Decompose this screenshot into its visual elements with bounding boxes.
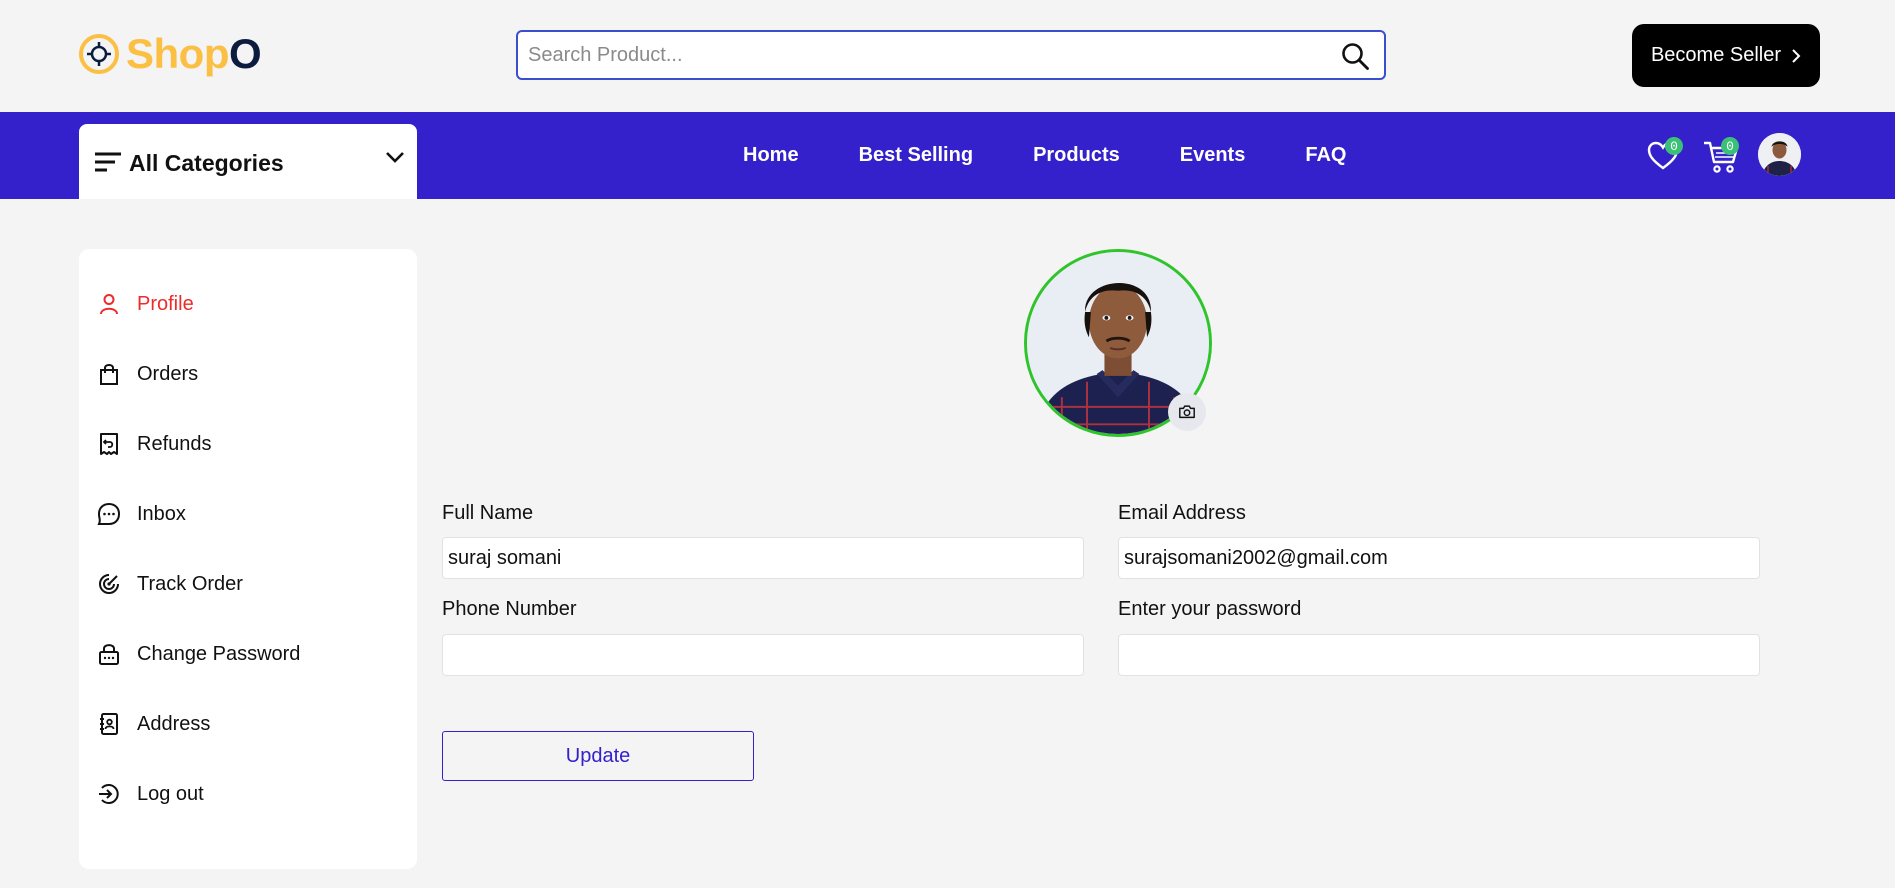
search-bar (516, 30, 1386, 80)
nav-links: Home Best Selling Products Events FAQ (743, 144, 1406, 167)
account-sidebar: Profile Orders Refunds Inbox Track Order… (79, 249, 417, 869)
camera-icon (1179, 405, 1195, 419)
track-radar-icon (99, 574, 119, 594)
wishlist-button[interactable]: 0 (1646, 137, 1683, 173)
phone-input[interactable] (443, 635, 1083, 675)
receipt-refund-icon (100, 433, 118, 455)
sidebar-item-label: Track Order (137, 572, 243, 595)
person-icon (100, 294, 118, 315)
cart-count-badge: 0 (1721, 137, 1739, 155)
chevron-down-icon (386, 152, 404, 163)
update-button[interactable]: Update (442, 731, 754, 781)
chevron-right-icon (1792, 48, 1801, 63)
sidebar-item-change-password[interactable]: Change Password (97, 639, 300, 669)
sidebar-item-orders[interactable]: Orders (97, 359, 198, 389)
password-label: Enter your password (1118, 598, 1302, 620)
update-button-label: Update (565, 744, 631, 767)
address-book-icon (100, 713, 118, 735)
email-field-wrapper (1118, 537, 1760, 579)
shopping-bag-icon (100, 364, 118, 385)
wishlist-count-badge: 0 (1665, 137, 1683, 155)
nav-link-products[interactable]: Products (1033, 144, 1120, 167)
change-photo-button[interactable] (1168, 393, 1206, 431)
search-input[interactable] (518, 32, 1384, 78)
search-icon[interactable] (1340, 41, 1370, 71)
sidebar-item-label: Inbox (137, 502, 186, 525)
user-avatar[interactable] (1758, 133, 1801, 176)
top-header: ShopO Become Seller (0, 0, 1895, 112)
logo-target-icon (79, 34, 119, 74)
all-categories-dropdown[interactable]: All Categories (79, 124, 417, 199)
sidebar-item-track-order[interactable]: Track Order (97, 569, 243, 599)
sidebar-item-label: Change Password (137, 642, 301, 665)
email-label: Email Address (1118, 502, 1246, 524)
sidebar-item-log-out[interactable]: Log out (97, 779, 204, 809)
logout-icon (99, 784, 119, 804)
logo-text-shop: Shop (126, 30, 229, 77)
sidebar-item-inbox[interactable]: Inbox (97, 499, 186, 529)
phone-field-wrapper (442, 634, 1084, 676)
sidebar-item-label: Orders (137, 362, 199, 385)
full-name-field-wrapper (442, 537, 1084, 579)
full-name-input[interactable] (443, 538, 1083, 578)
shopo-logo[interactable]: ShopO (78, 30, 262, 78)
logo-text: ShopO (126, 30, 262, 78)
email-input[interactable] (1119, 538, 1759, 578)
password-field-wrapper (1118, 634, 1760, 676)
logo-text-o: O (228, 30, 262, 77)
nav-link-home[interactable]: Home (743, 144, 799, 167)
become-seller-label: Become Seller (1650, 44, 1782, 66)
sidebar-item-refunds[interactable]: Refunds (97, 429, 212, 459)
nav-link-events[interactable]: Events (1180, 144, 1246, 167)
all-categories-label: All Categories (129, 150, 284, 176)
nav-link-faq[interactable]: FAQ (1305, 144, 1346, 167)
lock-icon (99, 644, 119, 665)
full-name-label: Full Name (442, 502, 534, 524)
sidebar-item-profile[interactable]: Profile (97, 289, 194, 319)
cart-button[interactable]: 0 (1702, 137, 1740, 175)
chat-bubble-icon (97, 502, 121, 525)
sidebar-item-label: Log out (137, 782, 204, 805)
sidebar-item-address[interactable]: Address (97, 709, 210, 739)
sidebar-item-label: Address (137, 712, 211, 735)
main-navbar: All Categories Home Best Selling Product… (0, 112, 1895, 199)
sidebar-item-label: Profile (137, 292, 194, 315)
phone-label: Phone Number (442, 598, 577, 620)
password-input[interactable] (1119, 635, 1759, 675)
menu-lines-icon (95, 152, 121, 172)
nav-link-best-selling[interactable]: Best Selling (859, 144, 973, 167)
sidebar-item-label: Refunds (137, 432, 212, 455)
user-avatar-image (1758, 133, 1801, 176)
become-seller-button[interactable]: Become Seller (1632, 24, 1820, 87)
